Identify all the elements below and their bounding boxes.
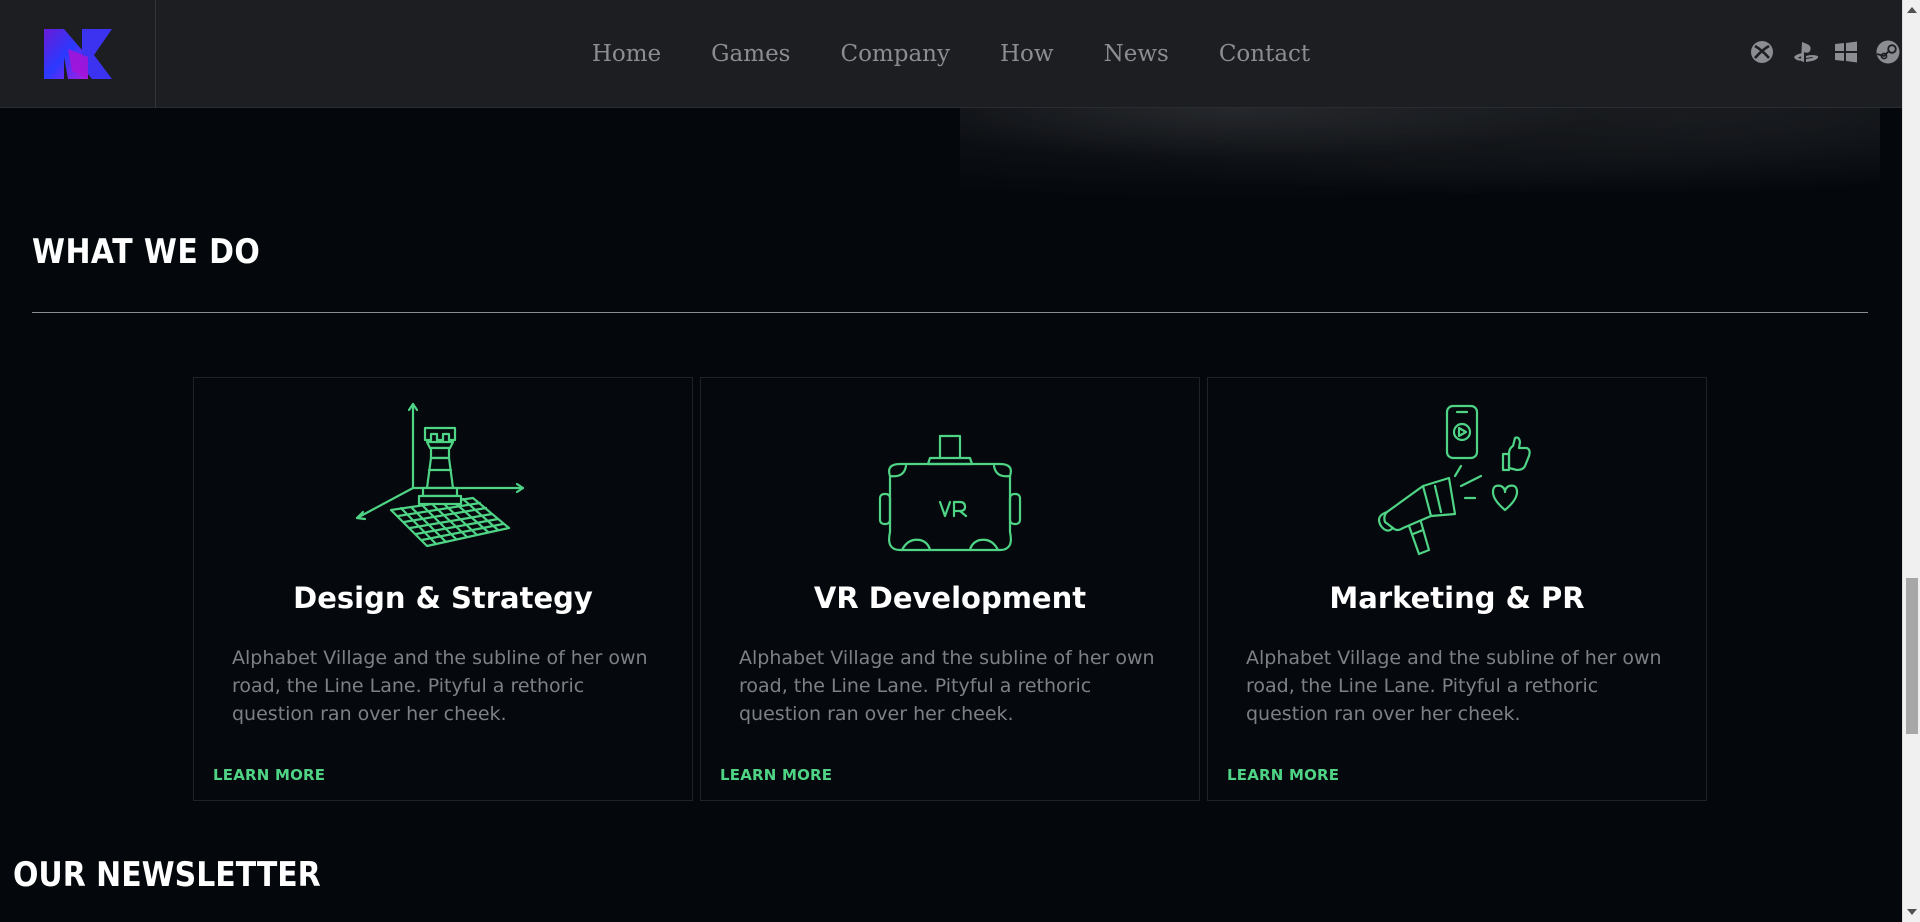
learn-more-link[interactable]: LEARN MORE [1227, 766, 1339, 784]
playstation-icon[interactable] [1792, 40, 1819, 64]
section-title-newsletter: OUR NEWSLETTER [13, 855, 321, 895]
platform-icons [1750, 40, 1900, 64]
hero-image-fade [960, 108, 1880, 198]
service-card-design: Design & Strategy Alphabet Village and t… [193, 377, 693, 801]
megaphone-marketing-icon [1208, 378, 1706, 568]
windows-icon[interactable] [1834, 40, 1858, 64]
service-card-marketing: Marketing & PR Alphabet Village and the … [1207, 377, 1707, 801]
service-card-vr: VR Development Alphabet Village and the … [700, 377, 1200, 801]
scroll-thumb[interactable] [1906, 578, 1918, 734]
chess-rook-strategy-icon [194, 378, 692, 568]
vr-headset-icon [701, 378, 1199, 568]
nav-games[interactable]: Games [686, 41, 815, 67]
card-title: Design & Strategy [293, 581, 593, 615]
nav-company[interactable]: Company [815, 41, 975, 67]
card-description: Alphabet Village and the subline of her … [739, 647, 1155, 725]
scroll-down-arrow-icon[interactable] [1907, 909, 1917, 915]
steam-icon[interactable] [1876, 40, 1900, 64]
page-scrollbar[interactable] [1902, 0, 1920, 922]
card-title: Marketing & PR [1329, 581, 1585, 615]
learn-more-link[interactable]: LEARN MORE [720, 766, 832, 784]
nav-contact[interactable]: Contact [1194, 41, 1335, 67]
card-title: VR Development [813, 581, 1087, 615]
learn-more-link[interactable]: LEARN MORE [213, 766, 325, 784]
main-nav: Home Games Company How News Contact [0, 0, 1902, 108]
site-header: Home Games Company How News Contact [0, 0, 1902, 108]
nav-home[interactable]: Home [567, 41, 686, 67]
card-description: Alphabet Village and the subline of her … [232, 647, 648, 725]
section-title-what-we-do: WHAT WE DO [32, 232, 261, 272]
scroll-up-arrow-icon[interactable] [1907, 7, 1917, 13]
xbox-icon[interactable] [1750, 40, 1774, 64]
brand-logo-icon[interactable] [42, 27, 114, 81]
section-divider [32, 312, 1868, 313]
logo-container[interactable] [0, 0, 156, 108]
nav-news[interactable]: News [1079, 41, 1194, 67]
card-description: Alphabet Village and the subline of her … [1246, 647, 1662, 725]
nav-how[interactable]: How [975, 41, 1079, 67]
services-cards: Design & Strategy Alphabet Village and t… [193, 377, 1707, 801]
